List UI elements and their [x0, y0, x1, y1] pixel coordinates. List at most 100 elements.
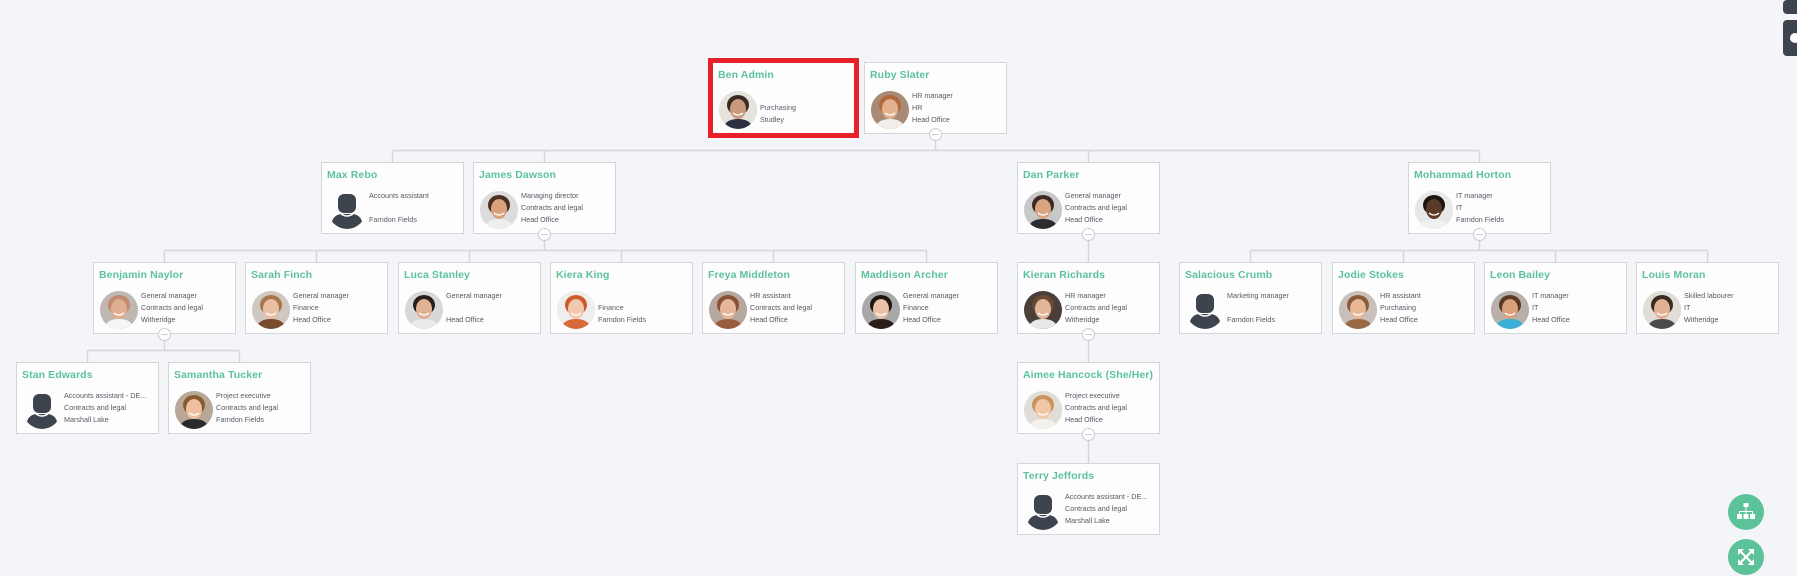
side-panel-tab-top[interactable] — [1783, 0, 1797, 14]
layout-button[interactable] — [1728, 494, 1764, 530]
employee-avatar — [862, 291, 900, 329]
employee-department: IT — [1532, 302, 1539, 312]
avatar-photo-icon — [1024, 191, 1062, 229]
employee-details: General manager Finance Head Office — [903, 290, 959, 325]
avatar-photo-icon — [1024, 291, 1062, 329]
employee-card-louis[interactable]: Louis Moran Skilled labourer IT Witheridge — [1636, 262, 1779, 334]
employee-department: IT — [1456, 202, 1463, 212]
employee-name[interactable]: Salacious Crumb — [1185, 269, 1272, 281]
employee-title: General manager — [446, 291, 502, 300]
employee-card-dan[interactable]: Dan Parker General manager Contracts and l… — [1017, 162, 1160, 234]
employee-avatar — [1643, 291, 1681, 329]
user-silhouette-icon — [1027, 495, 1059, 530]
employee-card-sarah[interactable]: Sarah Finch General manager Finance Head Of… — [245, 262, 388, 334]
fit-to-screen-button[interactable] — [1728, 539, 1764, 575]
collapse-toggle-benjamin[interactable] — [158, 328, 171, 341]
employee-avatar — [23, 391, 61, 429]
employee-location: Farndon Fields — [1456, 214, 1504, 224]
collapse-toggle-james[interactable] — [538, 228, 551, 241]
employee-title: Project executive — [1065, 391, 1120, 400]
employee-card-benjamin[interactable]: Benjamin Naylor General manager Contracts … — [93, 262, 236, 334]
employee-details: Project executive Contracts and legal Farn… — [216, 390, 278, 425]
employee-name[interactable]: Samantha Tucker — [174, 369, 262, 381]
avatar-photo-icon — [480, 191, 518, 229]
employee-card-ben[interactable]: Ben Admin Purchasing Studley — [708, 58, 859, 138]
employee-department — [446, 302, 502, 314]
employee-avatar — [709, 291, 747, 329]
employee-card-leon[interactable]: Leon Bailey IT manager IT Head Office — [1484, 262, 1627, 334]
employee-name[interactable]: Mohammad Horton — [1414, 169, 1511, 181]
employee-card-kiera[interactable]: Kiera King Finance Farndon Fields — [550, 262, 693, 334]
employee-name[interactable]: Stan Edwards — [22, 369, 93, 381]
collapse-toggle-mohammad[interactable] — [1473, 228, 1486, 241]
employee-name[interactable]: Ben Admin — [718, 69, 774, 81]
expand-arrows-icon — [1738, 549, 1754, 565]
collapse-toggle-kieran[interactable] — [1082, 328, 1095, 341]
employee-details: Project executive Contracts and legal Head… — [1065, 390, 1127, 425]
employee-name[interactable]: Jodie Stokes — [1338, 269, 1404, 281]
employee-department: IT — [1684, 302, 1691, 312]
org-chart-canvas[interactable]: Ben Admin Purchasing Studley Ruby Slater HR … — [0, 0, 1797, 576]
employee-title: Managing director — [521, 191, 579, 200]
employee-card-james[interactable]: James Dawson Managing director Contracts a… — [473, 162, 616, 234]
employee-name[interactable]: Freya Middleton — [708, 269, 790, 281]
collapse-toggle-dan[interactable] — [1082, 228, 1095, 241]
employee-location: Head Office — [446, 314, 484, 324]
employee-name[interactable]: Louis Moran — [1642, 269, 1706, 281]
employee-department: Contracts and legal — [216, 402, 278, 412]
employee-name[interactable]: Aimee Hancock (She/Her) — [1023, 369, 1153, 381]
employee-card-kieran[interactable]: Kieran Richards HR manager Contracts and l… — [1017, 262, 1160, 334]
employee-name[interactable]: Leon Bailey — [1490, 269, 1550, 281]
employee-name[interactable]: Max Rebo — [327, 169, 377, 181]
employee-location: Farndon Fields — [216, 414, 264, 424]
employee-card-maddison[interactable]: Maddison Archer General manager Finance Hea… — [855, 262, 998, 334]
employee-location: Marshall Lake — [64, 414, 109, 424]
employee-title: HR manager — [1065, 291, 1106, 300]
employee-avatar — [252, 291, 290, 329]
collapse-toggle-aimee[interactable] — [1082, 428, 1095, 441]
employee-avatar — [719, 91, 757, 129]
org-chart-icon — [1737, 503, 1755, 519]
employee-title — [598, 290, 646, 302]
employee-name[interactable]: Terry Jeffords — [1023, 470, 1094, 482]
employee-avatar — [1491, 291, 1529, 329]
employee-avatar — [1415, 191, 1453, 229]
employee-location: Farndon Fields — [598, 314, 646, 324]
avatar-photo-icon — [405, 291, 443, 329]
employee-name[interactable]: Dan Parker — [1023, 169, 1079, 181]
collapse-toggle-ruby[interactable] — [929, 128, 942, 141]
panel-tab-icon — [1790, 33, 1797, 43]
employee-name[interactable]: Kieran Richards — [1023, 269, 1105, 281]
employee-details: HR assistant Contracts and legal Head Offi… — [750, 290, 812, 325]
employee-department: Finance — [598, 302, 624, 312]
side-panel-tab[interactable] — [1783, 20, 1797, 56]
employee-card-salacious[interactable]: Salacious Crumb Marketing manager Farndon … — [1179, 262, 1322, 334]
employee-name[interactable]: Ruby Slater — [870, 69, 929, 81]
employee-location: Head Office — [1380, 314, 1418, 324]
employee-department: Purchasing — [760, 102, 796, 112]
employee-card-aimee[interactable]: Aimee Hancock (She/Her) Project executive… — [1017, 362, 1160, 434]
employee-title: Accounts assistant - DE... — [64, 391, 147, 400]
employee-location: Witheridge — [1684, 314, 1719, 324]
employee-card-luca[interactable]: Luca Stanley General manager Head Office — [398, 262, 541, 334]
employee-name[interactable]: James Dawson — [479, 169, 556, 181]
employee-name[interactable]: Maddison Archer — [861, 269, 948, 281]
employee-card-max[interactable]: Max Rebo Accounts assistant Farndon Fields — [321, 162, 464, 234]
employee-location: Head Office — [903, 314, 941, 324]
employee-location: Head Office — [1065, 214, 1103, 224]
employee-name[interactable]: Luca Stanley — [404, 269, 470, 281]
employee-card-freya[interactable]: Freya Middleton HR assistant Contracts and… — [702, 262, 845, 334]
employee-title: HR assistant — [750, 291, 791, 300]
employee-card-jodie[interactable]: Jodie Stokes HR assistant Purchasing Head O… — [1332, 262, 1475, 334]
employee-card-mohammad[interactable]: Mohammad Horton IT manager IT Farndon Field… — [1408, 162, 1551, 234]
employee-details: General manager Finance Head Office — [293, 290, 349, 325]
employee-card-stan[interactable]: Stan Edwards Accounts assistant - DE... Co… — [16, 362, 159, 434]
employee-name[interactable]: Benjamin Naylor — [99, 269, 183, 281]
employee-location: Studley — [760, 114, 784, 124]
employee-name[interactable]: Sarah Finch — [251, 269, 312, 281]
employee-name[interactable]: Kiera King — [556, 269, 610, 281]
employee-card-samantha[interactable]: Samantha Tucker Project executive Contract… — [168, 362, 311, 434]
employee-card-terry[interactable]: Terry Jeffords Accounts assistant - DE...… — [1017, 463, 1160, 535]
employee-card-ruby[interactable]: Ruby Slater HR manager HR Head Office — [864, 62, 1007, 134]
employee-details: Accounts assistant Farndon Fields — [369, 190, 429, 225]
